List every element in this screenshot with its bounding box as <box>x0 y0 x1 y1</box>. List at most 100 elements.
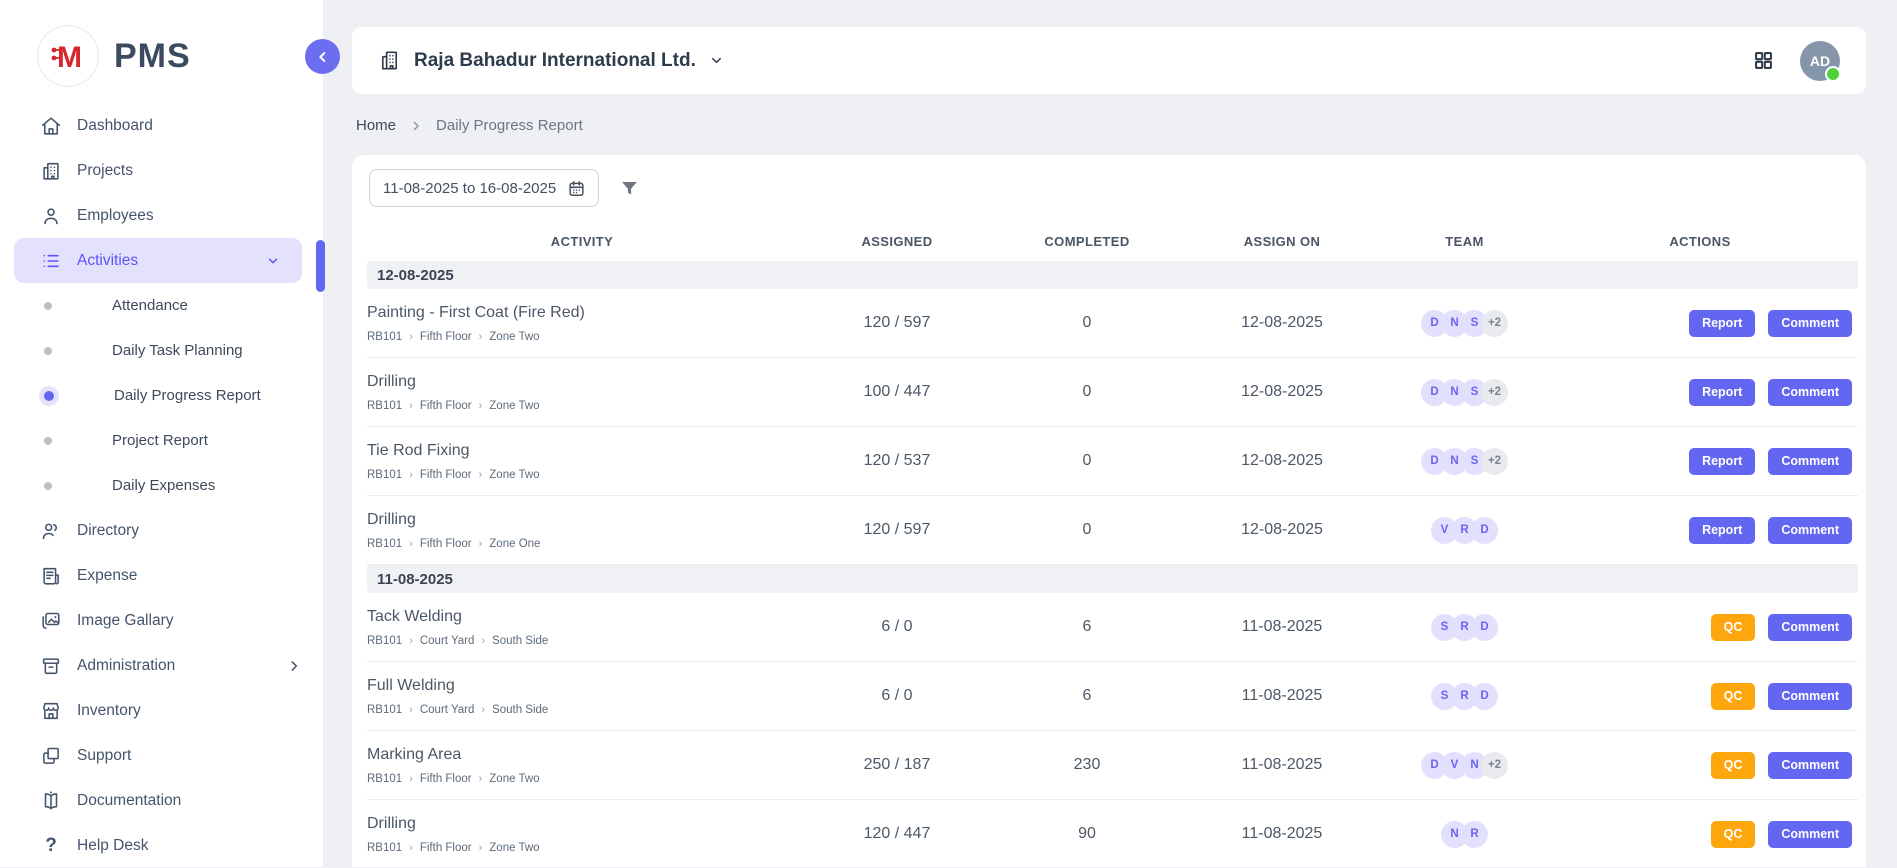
chevron-right-icon: › <box>409 704 413 716</box>
team-overflow-badge: +2 <box>1481 752 1508 779</box>
chevron-right-icon: › <box>409 773 413 785</box>
sidebar-item-administration[interactable]: Administration <box>0 643 323 688</box>
chevron-right-icon: › <box>479 400 483 412</box>
sidebar-subitem-label: Project Report <box>112 432 208 449</box>
sidebar-subitem-project-report[interactable]: Project Report <box>0 418 323 463</box>
activity-cell: Painting - First Coat (Fire Red)RB101›Fi… <box>367 304 797 343</box>
qc-button[interactable]: QC <box>1711 683 1756 710</box>
sidebar-item-help-desk[interactable]: ?Help Desk <box>0 823 323 868</box>
chevron-down-icon <box>266 254 280 268</box>
comment-button[interactable]: Comment <box>1768 379 1852 406</box>
comment-button[interactable]: Comment <box>1768 310 1852 337</box>
qc-button[interactable]: QC <box>1711 821 1756 848</box>
company-selector[interactable]: Raja Bahadur International Ltd. <box>378 49 724 72</box>
sidebar-item-dashboard[interactable]: Dashboard <box>0 103 323 148</box>
completed-cell: 0 <box>997 452 1177 470</box>
assigned-cell: 6 / 0 <box>797 687 997 705</box>
user-avatar[interactable]: AD <box>1800 41 1840 81</box>
date-range-input[interactable]: 11-08-2025 to 16-08-2025 <box>369 169 599 207</box>
activity-title: Drilling <box>367 373 797 391</box>
sidebar-subitem-attendance[interactable]: Attendance <box>0 283 323 328</box>
activity-location-path: RB101›Fifth Floor›Zone Two <box>367 773 797 785</box>
team-cell: NR <box>1387 821 1542 848</box>
report-button[interactable]: Report <box>1689 448 1755 475</box>
team-cell: DNS+2 <box>1387 310 1542 337</box>
breadcrumb: Home Daily Progress Report <box>356 117 583 134</box>
team-overflow-badge: +2 <box>1481 379 1508 406</box>
chevron-down-icon <box>709 53 724 68</box>
active-bullet-icon <box>44 391 54 401</box>
sidebar-subitem-daily-progress-report[interactable]: Daily Progress Report <box>0 373 323 418</box>
comment-button[interactable]: Comment <box>1768 614 1852 641</box>
chevron-right-icon <box>287 659 301 673</box>
sidebar-collapse-button[interactable] <box>305 39 340 74</box>
sidebar-item-expense[interactable]: Expense <box>0 553 323 598</box>
qc-button[interactable]: QC <box>1711 614 1756 641</box>
sidebar-subitem-daily-expenses[interactable]: Daily Expenses <box>0 463 323 508</box>
chevron-right-icon: › <box>481 635 485 647</box>
sidebar-item-label: Administration <box>77 657 175 675</box>
table-row: Tie Rod FixingRB101›Fifth Floor›Zone Two… <box>367 427 1858 496</box>
sidebar-item-label: Expense <box>77 567 137 585</box>
list-icon <box>40 250 62 272</box>
table-header-row: ACTIVITY ASSIGNED COMPLETED ASSIGN ON TE… <box>367 221 1858 261</box>
completed-cell: 230 <box>997 756 1177 774</box>
sidebar-item-support[interactable]: Support <box>0 733 323 778</box>
comment-button[interactable]: Comment <box>1768 683 1852 710</box>
sidebar-item-inventory[interactable]: Inventory <box>0 688 323 733</box>
column-header-team: TEAM <box>1387 234 1542 249</box>
assigned-cell: 6 / 0 <box>797 618 997 636</box>
activity-location-path: RB101›Fifth Floor›Zone Two <box>367 400 797 412</box>
daily-progress-report-panel: 11-08-2025 to 16-08-2025 ACTIVITY ASSIGN… <box>352 155 1866 867</box>
activity-cell: Marking AreaRB101›Fifth Floor›Zone Two <box>367 746 797 785</box>
bullet-icon <box>44 347 52 355</box>
chevron-right-icon: › <box>409 331 413 343</box>
assigned-cell: 120 / 447 <box>797 825 997 843</box>
path-segment: Fifth Floor <box>420 773 472 785</box>
actions-cell: Report Comment <box>1542 517 1858 544</box>
breadcrumb-home-link[interactable]: Home <box>356 117 396 134</box>
comment-button[interactable]: Comment <box>1768 821 1852 848</box>
sidebar-item-activities[interactable]: Activities <box>14 238 302 283</box>
sidebar-item-directory[interactable]: Directory <box>0 508 323 553</box>
team-overflow-badge: +2 <box>1481 448 1508 475</box>
sidebar-item-projects[interactable]: Projects <box>0 148 323 193</box>
chevron-right-icon: › <box>479 538 483 550</box>
sidebar-item-label: Dashboard <box>77 117 153 135</box>
completed-cell: 0 <box>997 521 1177 539</box>
assigned-cell: 120 / 597 <box>797 314 997 332</box>
assign-on-cell: 12-08-2025 <box>1177 521 1387 539</box>
qc-button[interactable]: QC <box>1711 752 1756 779</box>
comment-button[interactable]: Comment <box>1768 448 1852 475</box>
chevron-right-icon: › <box>479 331 483 343</box>
store-icon <box>40 700 62 722</box>
completed-cell: 0 <box>997 383 1177 401</box>
sidebar-item-label: Support <box>77 747 131 765</box>
assign-on-cell: 12-08-2025 <box>1177 452 1387 470</box>
filter-funnel-icon[interactable] <box>619 178 640 199</box>
report-button[interactable]: Report <box>1689 379 1755 406</box>
chevron-left-icon <box>315 49 331 65</box>
sidebar-subitem-label: Daily Task Planning <box>112 342 243 359</box>
path-segment: Fifth Floor <box>420 331 472 343</box>
comment-button[interactable]: Comment <box>1768 752 1852 779</box>
sidebar-item-documentation[interactable]: Documentation <box>0 778 323 823</box>
path-segment: Zone Two <box>489 331 539 343</box>
book-icon <box>40 790 62 812</box>
bullet-icon <box>44 482 52 490</box>
comment-button[interactable]: Comment <box>1768 517 1852 544</box>
chevron-right-icon: › <box>409 469 413 481</box>
report-button[interactable]: Report <box>1689 517 1755 544</box>
apps-grid-icon[interactable] <box>1753 50 1774 71</box>
report-button[interactable]: Report <box>1689 310 1755 337</box>
chevron-right-icon: › <box>409 400 413 412</box>
chevron-right-icon <box>410 120 422 132</box>
actions-cell: QC Comment <box>1542 752 1858 779</box>
team-cell: VRD <box>1387 517 1542 544</box>
sidebar-item-label: Employees <box>77 207 154 225</box>
sidebar-item-image-gallary[interactable]: Image Gallary <box>0 598 323 643</box>
sidebar-subitem-daily-task-planning[interactable]: Daily Task Planning <box>0 328 323 373</box>
completed-cell: 90 <box>997 825 1177 843</box>
sidebar-item-employees[interactable]: Employees <box>0 193 323 238</box>
chevron-right-icon: › <box>409 635 413 647</box>
